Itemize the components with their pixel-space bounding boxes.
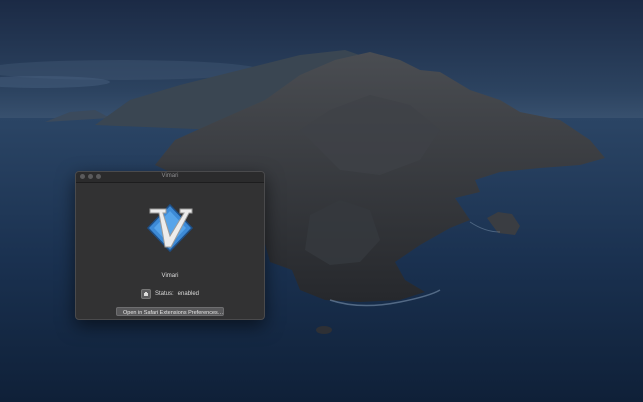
vim-logo-icon xyxy=(146,203,194,253)
status-label: Status: xyxy=(154,291,174,297)
status-row: Status: enabled xyxy=(76,289,264,299)
vimari-window: Vimari Vimari Status: enabled Open in Sa… xyxy=(75,171,265,320)
puzzle-piece-icon xyxy=(140,289,151,299)
window-title: Vimari xyxy=(161,173,179,179)
status-value: enabled xyxy=(177,291,200,297)
window-content: Vimari Status: enabled Open in Safari Ex… xyxy=(76,183,264,319)
app-name: Vimari xyxy=(161,273,179,279)
title-bar[interactable]: Vimari xyxy=(76,172,264,183)
open-safari-extensions-preferences-button[interactable]: Open in Safari Extensions Preferences… xyxy=(116,307,224,316)
